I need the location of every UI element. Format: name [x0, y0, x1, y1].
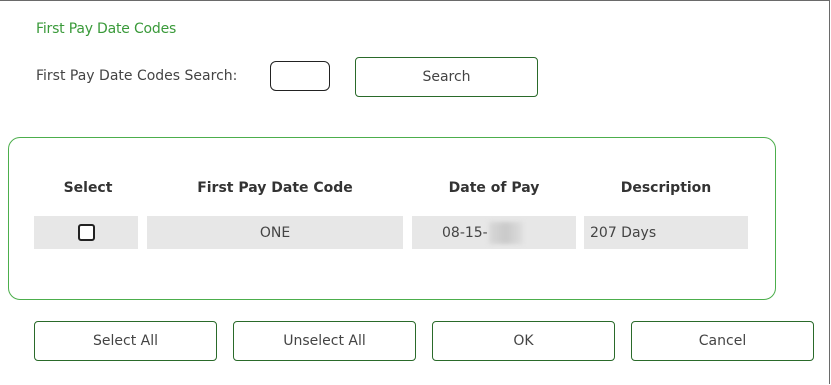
- row-code: ONE: [259, 224, 291, 241]
- row-date-of-pay: 08-15-: [442, 224, 488, 241]
- unselect-all-button[interactable]: Unselect All: [233, 321, 416, 361]
- column-header-code: First Pay Date Code: [197, 180, 353, 196]
- cancel-button[interactable]: Cancel: [631, 321, 814, 361]
- table-row-select-cell: [34, 216, 138, 249]
- redacted-blur: [488, 221, 523, 244]
- row-select-checkbox[interactable]: [77, 224, 95, 241]
- column-header-date: Date of Pay: [448, 180, 540, 196]
- table-row-date-cell: 08-15-: [412, 216, 576, 249]
- search-label: First Pay Date Codes Search:: [36, 68, 238, 84]
- ok-button[interactable]: OK: [432, 321, 615, 361]
- search-input[interactable]: [270, 61, 330, 91]
- column-header-select: Select: [63, 180, 113, 196]
- search-button[interactable]: Search: [355, 57, 538, 97]
- table-row-description-cell: 207 Days: [584, 216, 748, 249]
- dialog-title: First Pay Date Codes: [36, 21, 177, 37]
- table-row-code-cell: ONE: [147, 216, 403, 249]
- row-description: 207 Days: [590, 224, 657, 241]
- select-all-button[interactable]: Select All: [34, 321, 217, 361]
- column-header-description: Description: [620, 180, 712, 196]
